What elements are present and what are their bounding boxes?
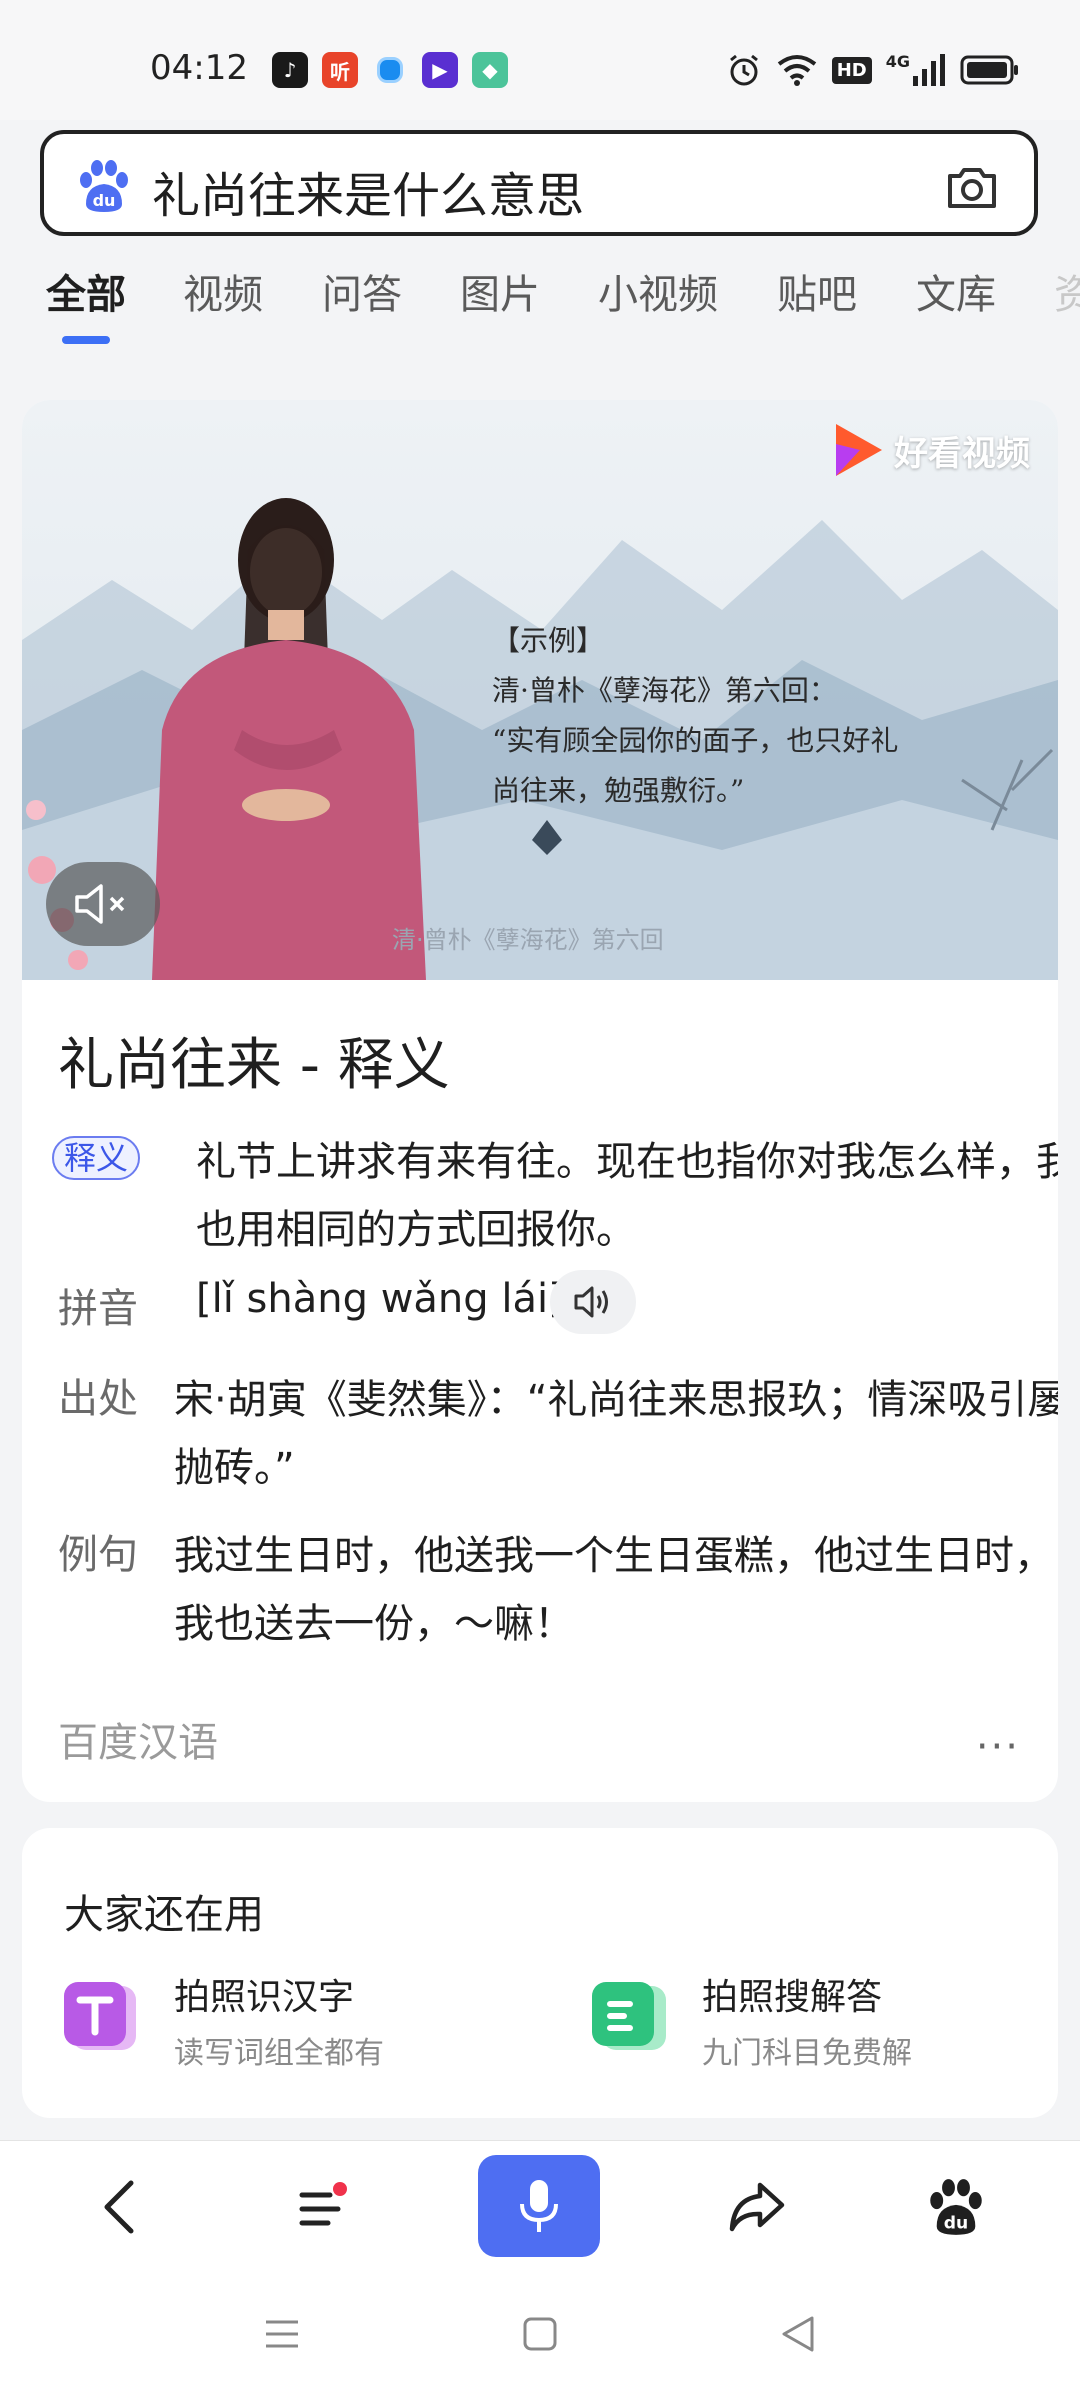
tab-video[interactable]: 视频	[183, 262, 263, 320]
pronounce-button[interactable]	[550, 1270, 636, 1334]
bottom-toolbar: du	[0, 2140, 1080, 2261]
meaning-badge: 释义	[52, 1136, 141, 1180]
provider-link[interactable]: 百度汉语	[58, 1710, 218, 1768]
system-back-button[interactable]	[768, 2304, 828, 2364]
source-label: 出处	[58, 1376, 138, 1422]
tab-more[interactable]: 资	[1054, 262, 1080, 320]
signal-icon: 4G	[886, 52, 946, 88]
back-arrow-icon	[104, 2180, 134, 2234]
search-bar[interactable]: du 礼尚往来是什么意思	[40, 130, 1038, 236]
haokan-logo: 好看视频	[830, 420, 1030, 480]
video-app-icon: ▶	[422, 52, 458, 88]
tool-name: 拍照搜解答	[702, 1977, 883, 2018]
microphone-icon	[520, 2180, 558, 2232]
tool-photo-recognize[interactable]: 拍照识汉字 读写词组全都有	[62, 1968, 542, 2071]
mute-button[interactable]	[46, 862, 160, 946]
battery-icon	[960, 52, 1020, 88]
more-options-button[interactable]: ···	[976, 1724, 1020, 1770]
tab-tieba[interactable]: 贴吧	[777, 262, 857, 320]
also-used-title: 大家还在用	[64, 1892, 264, 1938]
pinyin-label: 拼音	[58, 1286, 138, 1332]
definition-title: 礼尚往来 - 释义	[58, 1033, 450, 1098]
tab-qa[interactable]: 问答	[322, 262, 402, 320]
scroll-line: “实有顾全园你的面子，也只好礼	[492, 724, 899, 757]
green-app-icon: ◆	[472, 52, 508, 88]
ting-icon: 听	[322, 52, 358, 88]
status-bar: 04:12 ♪ 听 ▶ ◆ HD 4G	[0, 0, 1080, 120]
svg-text:du: du	[93, 191, 116, 210]
search-tabs: 全部 视频 问答 图片 小视频 贴吧 文库 资	[46, 262, 1080, 352]
home-button[interactable]	[510, 2304, 570, 2364]
scroll-line: 清·曾朴《孽海花》第六回：	[492, 674, 837, 707]
recents-icon	[266, 2320, 298, 2348]
alarm-icon	[726, 52, 762, 88]
example-text: 我过生日时，他送我一个生日蛋糕，他过生日时，我也送去一份，～嘛！	[174, 1533, 1054, 1647]
haokan-brand: 好看视频	[894, 433, 1030, 474]
tab-all[interactable]: 全部	[46, 262, 126, 320]
tab-indicator	[62, 336, 110, 344]
tab-short-video[interactable]: 小视频	[598, 262, 718, 320]
status-time: 04:12	[150, 48, 248, 88]
tab-wenku[interactable]: 文库	[916, 262, 996, 320]
share-icon	[729, 2182, 785, 2232]
solve-app-icon	[590, 1978, 668, 2056]
source-text: 宋·胡寅《斐然集》：“礼尚往来思报玖；情深吸引屡抛砖。”	[174, 1377, 1058, 1491]
status-app-icons: ♪ 听 ▶ ◆	[272, 52, 508, 88]
tool-desc: 九门科目免费解	[702, 2036, 912, 2071]
video-scroll-text: 【示例】 清·曾朴《孽海花》第六回： “实有顾全园你的面子，也只好礼 尚往来，勉…	[492, 616, 898, 816]
scroll-line: 【示例】	[492, 624, 605, 657]
tool-desc: 读写词组全都有	[174, 2036, 384, 2071]
hd-badge: HD	[831, 52, 872, 88]
system-nav-bar	[0, 2260, 1080, 2400]
example-label: 例句	[58, 1532, 138, 1578]
back-triangle-icon	[782, 2316, 814, 2352]
home-square-icon	[523, 2317, 557, 2351]
wifi-icon	[776, 52, 818, 88]
voice-search-button[interactable]	[478, 2155, 600, 2257]
meaning-text: 礼节上讲求有来有往。现在也指你对我怎么样，我也用相同的方式回报你。	[196, 1139, 1058, 1253]
svg-text:du: du	[944, 2213, 968, 2233]
video-caption: 清·曾朴《孽海花》第六回	[392, 926, 664, 954]
video-player[interactable]: 【示例】 清·曾朴《孽海花》第六回： “实有顾全园你的面子，也只好礼 尚往来，勉…	[22, 400, 1058, 980]
haokan-play-icon	[836, 424, 882, 476]
scroll-line: 尚往来，勉强敷衍。”	[492, 774, 745, 807]
menu-icon	[299, 2182, 347, 2226]
pinyin-text: [lǐ shàng wǎng lái]	[196, 1276, 564, 1322]
t-app-icon	[62, 1978, 140, 2056]
tool-photo-solve[interactable]: 拍照搜解答 九门科目免费解	[590, 1968, 1030, 2071]
baidu-home-button[interactable]: du	[906, 2157, 1006, 2257]
back-button[interactable]	[70, 2157, 170, 2257]
muted-speaker-icon	[75, 884, 125, 924]
baidu-paw-icon: du	[930, 2179, 982, 2235]
idiom-card: 【示例】 清·曾朴《孽海花》第六回： “实有顾全园你的面子，也只好礼 尚往来，勉…	[22, 400, 1058, 1802]
menu-button[interactable]	[272, 2157, 372, 2257]
search-input[interactable]: 礼尚往来是什么意思	[152, 156, 584, 226]
also-used-card: 大家还在用 拍照识汉字 读写词组全都有 拍照搜解答 九门科目免费解	[22, 1828, 1058, 2118]
tool-name: 拍照识汉字	[174, 1977, 355, 2018]
recent-apps-button[interactable]	[252, 2304, 312, 2364]
dot-app-icon	[372, 52, 408, 88]
camera-icon[interactable]	[944, 160, 1000, 216]
status-right: HD 4G	[726, 52, 1020, 88]
speaker-icon	[574, 1286, 608, 1318]
tab-images[interactable]: 图片	[460, 262, 540, 320]
baidu-logo-icon: du	[76, 158, 132, 214]
tiktok-icon: ♪	[272, 52, 308, 88]
share-button[interactable]	[706, 2157, 806, 2257]
page: 04:12 ♪ 听 ▶ ◆ HD 4G du 礼尚往来是什么意思 全部 视频 问…	[0, 0, 1080, 2400]
